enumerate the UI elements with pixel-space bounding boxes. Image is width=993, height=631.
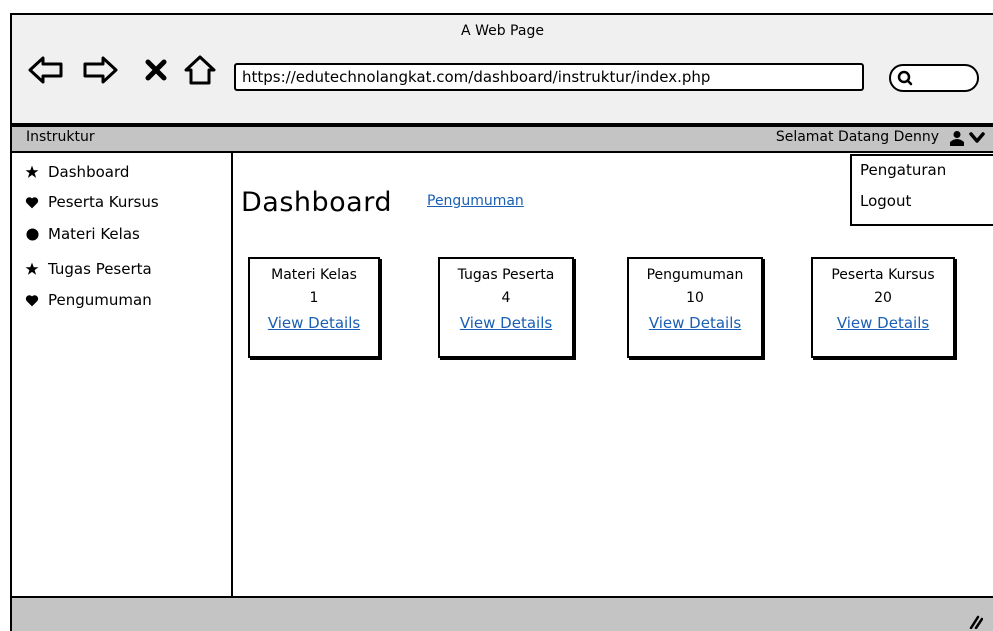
card-title: Materi Kelas bbox=[271, 267, 357, 283]
circle-icon bbox=[24, 226, 40, 242]
forward-arrow-icon bbox=[83, 56, 118, 84]
sidebar: Dashboard Peserta Kursus Materi Kelas Tu… bbox=[12, 153, 233, 596]
window-title: A Web Page bbox=[461, 23, 544, 39]
user-dropdown-menu: Pengaturan Logout bbox=[850, 154, 993, 226]
sidebar-item-dashboard[interactable]: Dashboard bbox=[24, 163, 129, 181]
back-button[interactable] bbox=[26, 53, 66, 87]
view-details-link[interactable]: View Details bbox=[250, 314, 378, 332]
address-bar[interactable]: https://edutechnolangkat.com/dashboard/i… bbox=[234, 63, 864, 91]
view-details-link[interactable]: View Details bbox=[629, 314, 761, 332]
view-details-link[interactable]: View Details bbox=[813, 314, 953, 332]
sidebar-item-label: Materi Kelas bbox=[48, 225, 140, 243]
card-value: 10 bbox=[686, 290, 704, 306]
resize-grip-icon[interactable] bbox=[967, 615, 983, 629]
home-button[interactable] bbox=[180, 53, 220, 87]
forward-button[interactable] bbox=[80, 53, 120, 87]
card-peserta-kursus: Peserta Kursus 20 View Details bbox=[811, 257, 955, 358]
menu-item-pengaturan[interactable]: Pengaturan bbox=[860, 161, 946, 179]
card-value: 20 bbox=[874, 290, 892, 306]
sidebar-item-pengumuman[interactable]: Pengumuman bbox=[24, 291, 152, 309]
heart-icon bbox=[24, 292, 40, 308]
back-arrow-icon bbox=[28, 56, 63, 84]
card-materi-kelas: Materi Kelas 1 View Details bbox=[248, 257, 380, 358]
status-bar bbox=[12, 596, 993, 631]
browser-window: A Web Page https://edutechnolangkat.com/… bbox=[10, 13, 993, 631]
user-icon[interactable] bbox=[949, 130, 965, 146]
sidebar-item-materi-kelas[interactable]: Materi Kelas bbox=[24, 225, 140, 243]
card-tugas-peserta: Tugas Peserta 4 View Details bbox=[438, 257, 574, 358]
card-pengumuman: Pengumuman 10 View Details bbox=[627, 257, 763, 358]
title-bar: A Web Page https://edutechnolangkat.com/… bbox=[12, 15, 993, 121]
star-icon bbox=[24, 164, 40, 180]
sidebar-item-label: Dashboard bbox=[48, 163, 130, 181]
stop-button[interactable] bbox=[136, 53, 176, 87]
sidebar-item-peserta-kursus[interactable]: Peserta Kursus bbox=[24, 193, 159, 211]
menu-bar: Instruktur Selamat Datang Denny bbox=[12, 123, 993, 153]
sidebar-item-label: Pengumuman bbox=[48, 291, 152, 309]
heart-icon bbox=[24, 194, 40, 210]
card-value: 4 bbox=[501, 290, 511, 306]
close-icon bbox=[145, 59, 167, 81]
sidebar-item-tugas-peserta[interactable]: Tugas Peserta bbox=[24, 260, 152, 278]
card-title: Peserta Kursus bbox=[831, 267, 935, 283]
search-field[interactable] bbox=[889, 64, 979, 92]
chevron-down-icon[interactable] bbox=[969, 131, 985, 145]
menu-item-logout[interactable]: Logout bbox=[860, 192, 911, 210]
view-details-link[interactable]: View Details bbox=[440, 314, 572, 332]
star-icon bbox=[24, 261, 40, 277]
search-icon bbox=[897, 70, 913, 86]
card-title: Tugas Peserta bbox=[457, 267, 555, 283]
card-title: Pengumuman bbox=[646, 267, 744, 283]
page-title: Dashboard bbox=[241, 187, 392, 218]
card-value: 1 bbox=[309, 290, 319, 306]
pengumuman-link[interactable]: Pengumuman bbox=[427, 193, 524, 209]
app-name: Instruktur bbox=[26, 129, 95, 145]
sidebar-item-label: Tugas Peserta bbox=[48, 260, 152, 278]
sidebar-item-label: Peserta Kursus bbox=[48, 193, 159, 211]
home-icon bbox=[184, 55, 216, 85]
greeting-text: Selamat Datang Denny bbox=[775, 129, 939, 145]
